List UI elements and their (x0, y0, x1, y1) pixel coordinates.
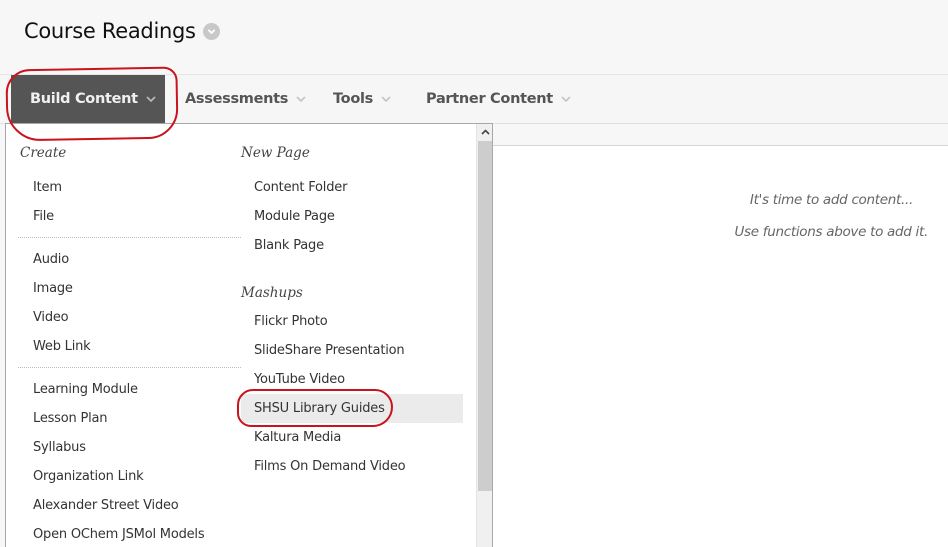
menu-item-item[interactable]: Item (6, 173, 241, 202)
menu-item-web-link[interactable]: Web Link (6, 332, 241, 361)
menu-item-module-page[interactable]: Module Page (241, 202, 463, 231)
menu-item-content-folder[interactable]: Content Folder (241, 173, 463, 202)
menu-item-image[interactable]: Image (6, 274, 241, 303)
menu-item-syllabus[interactable]: Syllabus (6, 433, 241, 462)
chevron-down-icon (146, 95, 156, 102)
menu-divider (18, 237, 241, 238)
partner-content-label: Partner Content (426, 91, 553, 107)
menu-item-flickr-photo[interactable]: Flickr Photo (241, 307, 463, 336)
menu-item-lesson-plan[interactable]: Lesson Plan (6, 404, 241, 433)
menu-item-video[interactable]: Video (6, 303, 241, 332)
menu-item-films-on-demand-video[interactable]: Films On Demand Video (241, 452, 463, 481)
chevron-down-icon (381, 95, 391, 102)
chevron-down-circle-icon[interactable] (202, 22, 220, 40)
menu-item-audio[interactable]: Audio (6, 245, 241, 274)
menu-item-alexander-street-video[interactable]: Alexander Street Video (6, 491, 241, 520)
assessments-label: Assessments (185, 91, 289, 107)
build-content-dropdown: Create Item File Audio Image Video Web L… (5, 123, 493, 547)
scrollbar-thumb[interactable] (478, 141, 492, 491)
menu-item-learning-module[interactable]: Learning Module (6, 375, 241, 404)
menu-item-kaltura-media[interactable]: Kaltura Media (241, 423, 463, 452)
page-title: Course Readings (24, 19, 196, 43)
dropdown-scrollbar[interactable] (476, 124, 492, 547)
create-heading: Create (20, 145, 67, 161)
build-content-button[interactable]: Build Content (11, 75, 165, 123)
menu-item-youtube-video[interactable]: YouTube Video (241, 365, 463, 394)
build-content-label: Build Content (30, 91, 138, 107)
empty-message-line1: It's time to add content... (749, 192, 913, 208)
menu-item-open-ochem-jsmol-models[interactable]: Open OChem JSMol Models (6, 520, 241, 547)
menu-item-blank-page[interactable]: Blank Page (241, 231, 463, 260)
content-area: It's time to add content... Use function… (492, 145, 948, 547)
chevron-up-icon (480, 129, 490, 135)
menu-item-organization-link[interactable]: Organization Link (6, 462, 241, 491)
menu-item-shsu-library-guides[interactable]: SHSU Library Guides (241, 394, 463, 423)
partner-content-button[interactable]: Partner Content (426, 75, 571, 123)
menu-divider (18, 367, 241, 368)
page: Course Readings Build Content Assessment… (0, 0, 948, 547)
menu-item-slideshare-presentation[interactable]: SlideShare Presentation (241, 336, 463, 365)
mashups-heading: Mashups (241, 285, 303, 301)
action-bar: Build Content Assessments Tools Partner … (0, 74, 948, 124)
page-title-row: Course Readings (24, 16, 220, 46)
chevron-down-icon (561, 95, 571, 102)
tools-label: Tools (333, 91, 373, 107)
tools-button[interactable]: Tools (333, 75, 391, 123)
assessments-button[interactable]: Assessments (185, 75, 306, 123)
empty-message-line2: Use functions above to add it. (734, 224, 928, 240)
scroll-up-button[interactable] (477, 124, 493, 140)
menu-item-file[interactable]: File (6, 202, 241, 231)
chevron-down-icon (296, 95, 306, 102)
new-page-heading: New Page (241, 145, 310, 161)
